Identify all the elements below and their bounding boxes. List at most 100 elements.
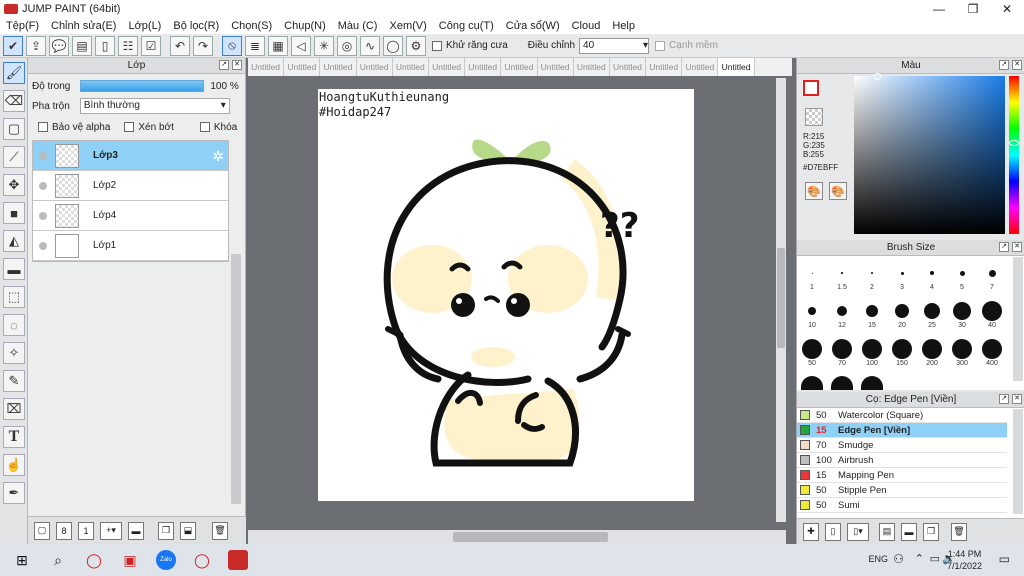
message-icon[interactable]: ▤ <box>72 35 92 56</box>
menu-cloud[interactable]: Cloud <box>566 20 607 32</box>
snap-curve-icon[interactable]: ∿ <box>360 35 380 56</box>
hue-slider[interactable] <box>1009 76 1019 234</box>
brush-duplicate-icon[interactable]: ❐ <box>923 522 939 541</box>
menu-file[interactable]: Tệp(F) <box>0 20 45 32</box>
windows-start-icon[interactable]: ⊞ <box>8 546 36 574</box>
brush-size-option[interactable]: 200 <box>917 338 947 367</box>
menu-window[interactable]: Cửa sổ(W) <box>500 20 566 32</box>
brush-size-option[interactable] <box>827 376 857 390</box>
layer-row[interactable]: Lớp2 <box>33 171 228 201</box>
jump-paint-taskbar-icon[interactable] <box>224 546 252 574</box>
brush-size-option[interactable]: 1 <box>797 262 827 291</box>
document-tab[interactable]: Untitled <box>248 58 285 76</box>
copy-brush-icon[interactable]: ▯ <box>825 522 841 541</box>
brush-scrollbar[interactable] <box>1013 257 1023 381</box>
document-tab[interactable]: Untitled <box>357 58 393 76</box>
menu-view[interactable]: Xem(V) <box>383 20 432 32</box>
cloud-icon[interactable]: ✔ <box>3 35 23 56</box>
redo-icon[interactable]: ↷ <box>193 35 213 56</box>
rectangle-tool-icon[interactable]: ▢ <box>3 118 25 140</box>
brush-size-option[interactable]: 3 <box>887 262 917 291</box>
menu-tools[interactable]: Công cụ(T) <box>433 20 500 32</box>
move-tool-icon[interactable]: ✥ <box>3 174 25 196</box>
opera-gx-icon[interactable]: ◯ <box>188 546 216 574</box>
document-tab[interactable]: Untitled <box>320 58 357 76</box>
brush-size-option[interactable]: 100 <box>857 338 887 367</box>
palette-settings-icon[interactable]: 🎨 <box>829 182 847 200</box>
visibility-icon[interactable] <box>39 151 47 160</box>
select-eraser-icon[interactable]: ⌧ <box>3 398 25 420</box>
maximize-button[interactable]: ❐ <box>956 0 990 18</box>
snap-settings-icon[interactable]: ⚙ <box>406 35 426 56</box>
brush-size-option[interactable]: 20 <box>887 300 917 329</box>
add-layer-menu-icon[interactable]: +▾ <box>100 521 122 540</box>
brush-size-option[interactable]: 70 <box>827 338 857 367</box>
visibility-icon[interactable] <box>39 181 47 190</box>
panel-close-icon[interactable]: ✕ <box>1012 242 1022 252</box>
new-8bit-layer-icon[interactable]: 8 <box>56 521 72 540</box>
lasso-icon[interactable]: ◌ <box>3 314 25 336</box>
palette-icon[interactable]: 🎨 <box>805 182 823 200</box>
foreground-color-swatch[interactable] <box>803 80 819 96</box>
snap-perspective-icon[interactable]: ◁ <box>291 35 311 56</box>
document-tab[interactable]: Untitled <box>393 58 429 76</box>
document-tab[interactable]: Untitled <box>501 58 538 76</box>
popout-icon[interactable]: ↗ <box>219 60 229 70</box>
subtool-item[interactable]: 50 Stipple Pen <box>797 483 1007 498</box>
adjust-input[interactable]: 40 ▾ <box>579 37 650 54</box>
brush-size-option[interactable]: 300 <box>947 338 977 367</box>
network-icon[interactable]: ▭ <box>930 552 940 565</box>
new-layer-icon[interactable]: ▢ <box>34 521 50 540</box>
menu-color[interactable]: Màu (C) <box>332 20 384 32</box>
panel-close-icon[interactable]: ✕ <box>1012 394 1022 404</box>
canvas-vertical-scrollbar[interactable] <box>776 78 786 522</box>
antialias-checkbox[interactable] <box>432 40 442 51</box>
chevron-up-icon[interactable]: ⌃ <box>915 552 924 565</box>
document-tab[interactable]: Untitled <box>574 58 610 76</box>
undo-icon[interactable]: ↶ <box>170 35 190 56</box>
protect-alpha-checkbox[interactable] <box>38 122 48 132</box>
snap-parallel-icon[interactable]: ≣ <box>245 35 265 56</box>
folder-icon[interactable]: ▬ <box>128 521 144 540</box>
magic-wand-icon[interactable]: ✧ <box>3 342 25 364</box>
language-indicator[interactable]: ENG <box>868 554 888 564</box>
brush-size-option[interactable]: 40 <box>977 300 1007 329</box>
checklist-icon[interactable]: ☑ <box>141 35 161 56</box>
snap-ellipse-icon[interactable]: ◯ <box>383 35 403 56</box>
brush-menu-icon[interactable]: ▯▾ <box>847 522 869 541</box>
subtool-scrollbar[interactable] <box>1013 409 1023 514</box>
brush-size-option[interactable]: 25 <box>917 300 947 329</box>
gradient-tool-icon[interactable]: ▬ <box>3 258 25 280</box>
brush-size-option[interactable]: 10 <box>797 300 827 329</box>
layer-row[interactable]: Lớp3 ✲ <box>33 141 228 171</box>
layer-row[interactable]: Lớp1 <box>33 231 228 261</box>
brush-settings-icon[interactable]: ▤ <box>879 522 895 541</box>
subtool-item[interactable]: 15Edge Pen [Viền]✲ <box>797 423 1019 438</box>
merge-layer-icon[interactable]: ⬓ <box>180 521 196 540</box>
brush-size-option[interactable]: 12 <box>827 300 857 329</box>
people-icon[interactable]: ⚇ <box>893 552 904 566</box>
hand-tool-icon[interactable]: ☝ <box>3 454 25 476</box>
menu-filter[interactable]: Bộ lọc(R) <box>167 20 225 32</box>
search-icon[interactable]: ⌕ <box>44 546 72 574</box>
brush-size-option[interactable]: 1.5 <box>827 262 857 291</box>
brush-size-option[interactable] <box>857 376 887 390</box>
notification-icon[interactable]: ▭ <box>999 552 1010 566</box>
select-pen-icon[interactable]: ✎ <box>3 370 25 392</box>
add-brush-icon[interactable]: ✚ <box>803 522 819 541</box>
trash-icon[interactable]: 🗑 <box>951 522 967 541</box>
brush-size-option[interactable]: 15 <box>857 300 887 329</box>
snap-circle-icon[interactable]: ◎ <box>337 35 357 56</box>
document-tab[interactable]: Untitled <box>429 58 466 76</box>
menu-edit[interactable]: Chỉnh sửa(E) <box>45 20 122 32</box>
subtool-item[interactable]: 100 Airbrush <box>797 453 1007 468</box>
brush-size-option[interactable]: 30 <box>947 300 977 329</box>
brush-size-option[interactable]: 50 <box>797 338 827 367</box>
visibility-icon[interactable] <box>39 211 47 220</box>
app-grid-icon[interactable]: ▣ <box>116 546 144 574</box>
zalo-icon[interactable]: Zalo <box>152 546 180 574</box>
fill-rect-tool-icon[interactable]: ■ <box>3 202 25 224</box>
duplicate-layer-icon[interactable]: ❐ <box>158 521 174 540</box>
menu-help[interactable]: Help <box>606 20 641 32</box>
blend-mode-select[interactable]: Bình thường <box>79 98 230 114</box>
